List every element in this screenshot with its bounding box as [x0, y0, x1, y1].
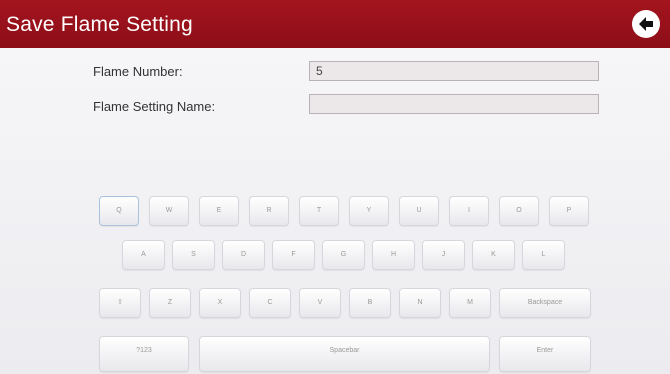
key-r[interactable]: R [249, 196, 289, 226]
flame-setting-name-label: Flame Setting Name: [93, 99, 216, 114]
page-title: Save Flame Setting [6, 13, 193, 36]
key-o[interactable]: O [499, 196, 539, 226]
title-bar: Save Flame Setting [0, 0, 670, 48]
spacebar-key[interactable]: Spacebar [199, 336, 490, 372]
key-w[interactable]: W [149, 196, 189, 226]
numeric-toggle-key[interactable]: ?123 [99, 336, 189, 372]
key-h[interactable]: H [372, 240, 415, 270]
key-n[interactable]: N [399, 288, 441, 318]
key-v[interactable]: V [299, 288, 341, 318]
key-q[interactable]: Q [99, 196, 139, 226]
key-u[interactable]: U [399, 196, 439, 226]
key-k[interactable]: K [472, 240, 515, 270]
key-e[interactable]: E [199, 196, 239, 226]
form-area: Flame Number: 5 Flame Setting Name: Q W … [0, 48, 670, 374]
key-g[interactable]: G [322, 240, 365, 270]
key-a[interactable]: A [122, 240, 165, 270]
key-c[interactable]: C [249, 288, 291, 318]
flame-number-field[interactable]: 5 [309, 61, 599, 81]
flame-number-label: Flame Number: [93, 64, 183, 79]
key-s[interactable]: S [172, 240, 215, 270]
key-b[interactable]: B [349, 288, 391, 318]
key-l[interactable]: L [522, 240, 565, 270]
key-y[interactable]: Y [349, 196, 389, 226]
key-m[interactable]: M [449, 288, 491, 318]
key-x[interactable]: X [199, 288, 241, 318]
enter-key[interactable]: Enter [499, 336, 591, 372]
backspace-key[interactable]: Backspace [499, 288, 591, 318]
key-i[interactable]: I [449, 196, 489, 226]
flame-setting-name-field[interactable] [309, 94, 599, 114]
key-z[interactable]: Z [149, 288, 191, 318]
key-p[interactable]: P [549, 196, 589, 226]
key-j[interactable]: J [422, 240, 465, 270]
key-f[interactable]: F [272, 240, 315, 270]
back-arrow-icon [639, 17, 653, 31]
back-button[interactable] [632, 10, 660, 38]
shift-key[interactable]: ⇧ [99, 288, 141, 318]
key-d[interactable]: D [222, 240, 265, 270]
key-t[interactable]: T [299, 196, 339, 226]
